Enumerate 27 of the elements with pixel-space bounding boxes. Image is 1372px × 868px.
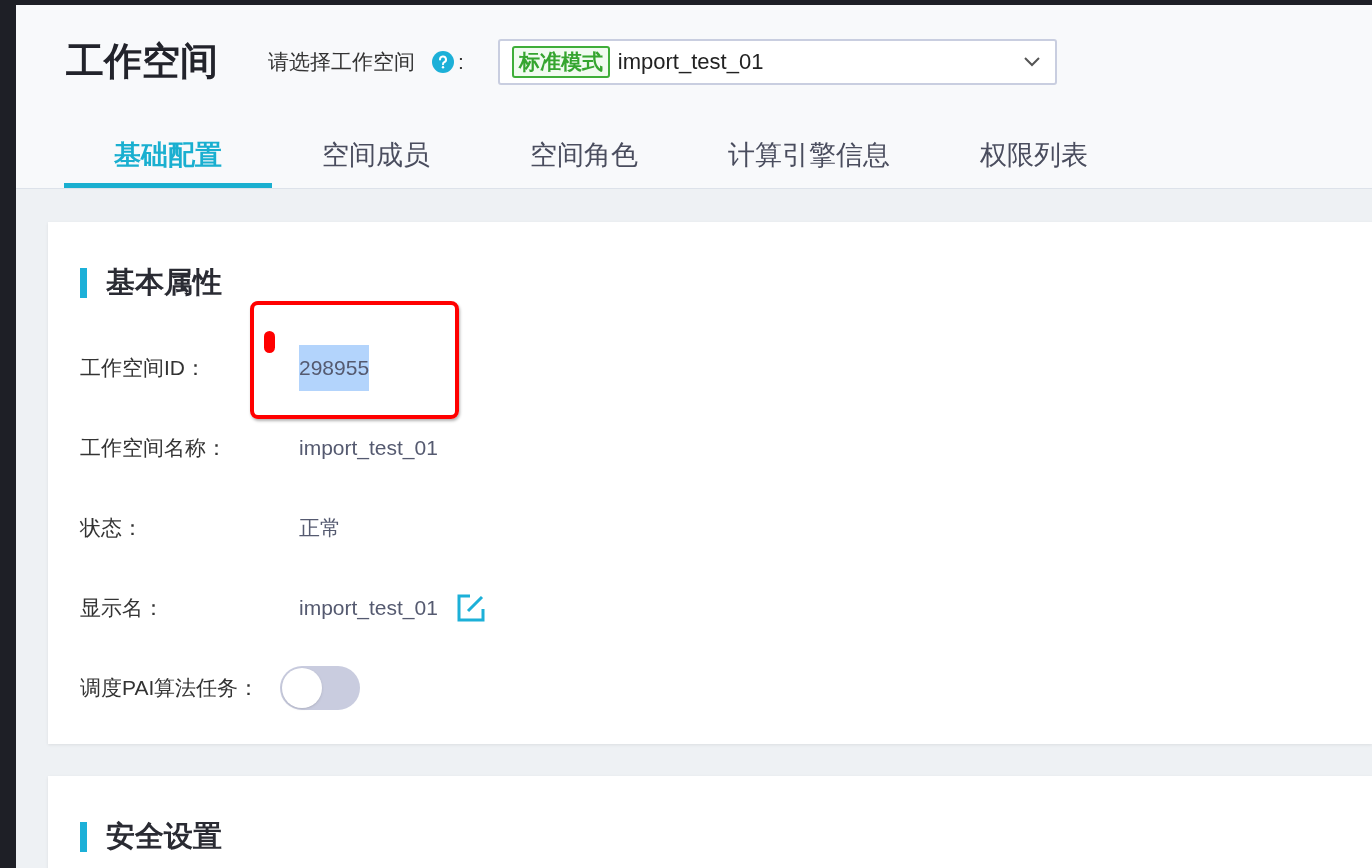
field-value: 298955 bbox=[299, 345, 370, 391]
field-value: import_test_01 bbox=[299, 435, 438, 462]
mode-tag: 标准模式 bbox=[511, 45, 610, 78]
field-label: 状态： bbox=[80, 515, 144, 542]
field-value: 正常 bbox=[299, 515, 341, 541]
field-label: 工作空间ID： bbox=[80, 355, 207, 382]
tab[interactable]: 空间成员 bbox=[272, 123, 480, 188]
tab[interactable]: 权限列表 bbox=[930, 123, 1138, 188]
selector-label: 请选择工作空间 bbox=[268, 48, 415, 75]
select-value: import_test_01 bbox=[617, 48, 764, 76]
help-icon[interactable] bbox=[432, 50, 454, 73]
toggle-switch[interactable] bbox=[280, 666, 360, 710]
section-accent-bar bbox=[80, 268, 87, 298]
section-title: 安全设置 bbox=[106, 819, 222, 855]
chevron-down-icon bbox=[1022, 56, 1041, 67]
section-title: 基本属性 bbox=[106, 265, 222, 301]
field-label: 显示名： bbox=[80, 595, 165, 622]
tab[interactable]: 计算引擎信息 bbox=[688, 123, 930, 188]
section-accent-bar bbox=[80, 822, 87, 852]
page-title: 工作空间 bbox=[66, 39, 218, 84]
field-label: 工作空间名称： bbox=[80, 435, 228, 462]
tab[interactable]: 空间角色 bbox=[480, 123, 688, 188]
edit-icon[interactable] bbox=[455, 593, 486, 623]
field-label: 调度PAI算法任务： bbox=[80, 675, 261, 702]
colon-text: : bbox=[458, 48, 464, 75]
workspace-select[interactable]: 标准模式 import_test_01 bbox=[497, 38, 1057, 85]
field-value: import_test_01 bbox=[299, 595, 438, 622]
